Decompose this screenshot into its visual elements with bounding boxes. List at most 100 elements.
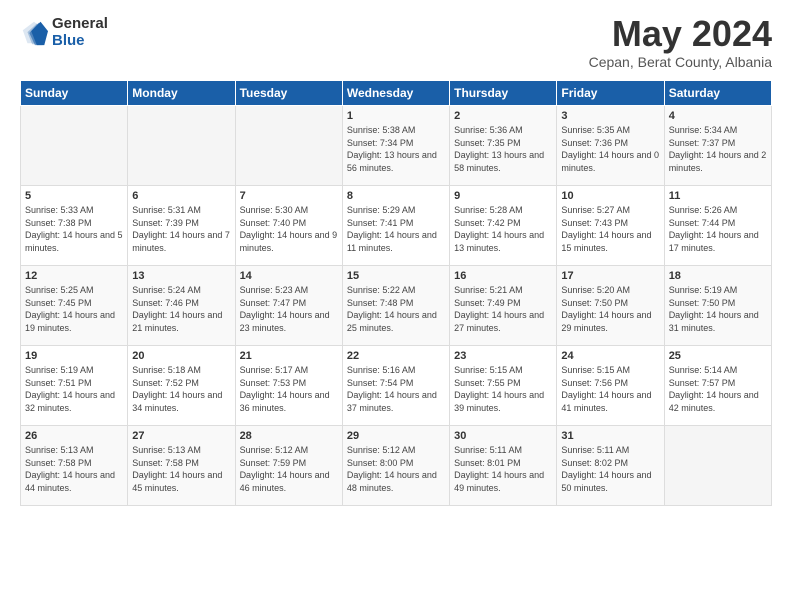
day-info: Sunrise: 5:12 AMSunset: 8:00 PMDaylight:… xyxy=(347,444,445,494)
day-number: 11 xyxy=(669,190,767,202)
day-info: Sunrise: 5:22 AMSunset: 7:48 PMDaylight:… xyxy=(347,284,445,334)
day-number: 23 xyxy=(454,350,552,362)
table-row: 7Sunrise: 5:30 AMSunset: 7:40 PMDaylight… xyxy=(235,186,342,266)
day-number: 13 xyxy=(132,270,230,282)
day-info: Sunrise: 5:13 AMSunset: 7:58 PMDaylight:… xyxy=(25,444,123,494)
table-row xyxy=(664,426,771,506)
logo-text: General Blue xyxy=(52,16,108,49)
day-number: 17 xyxy=(561,270,659,282)
table-row: 19 Sunrise: 5:19 AMSunset: 7:51 PMDayligh… xyxy=(21,346,128,426)
day-info: Sunrise: 5:25 AMSunset: 7:45 PMDaylight:… xyxy=(25,284,123,334)
table-row: 3 Sunrise: 5:35 AMSunset: 7:36 PMDaylight… xyxy=(557,106,664,186)
day-number: 30 xyxy=(454,430,552,442)
table-row: 4Sunrise: 5:34 AMSunset: 7:37 PMDaylight… xyxy=(664,106,771,186)
day-info: Sunrise: 5:31 AMSunset: 7:39 PMDaylight:… xyxy=(132,204,230,254)
day-number: 18 xyxy=(669,270,767,282)
day-number: 8 xyxy=(347,190,445,202)
col-saturday: Saturday xyxy=(664,81,771,106)
day-info: Sunrise: 5:21 AMSunset: 7:49 PMDaylight:… xyxy=(454,284,552,334)
day-info: Sunrise: 5:17 AMSunset: 7:53 PMDaylight:… xyxy=(240,364,338,414)
day-info: Sunrise: 5:13 AMSunset: 7:58 PMDaylight:… xyxy=(132,444,230,494)
table-row: 15 Sunrise: 5:22 AMSunset: 7:48 PMDayligh… xyxy=(342,266,449,346)
header: General Blue May 2024 Cepan, Berat Count… xyxy=(20,16,772,70)
day-number: 26 xyxy=(25,430,123,442)
day-info: Sunrise: 5:11 AMSunset: 8:02 PMDaylight:… xyxy=(561,444,659,494)
table-row xyxy=(235,106,342,186)
day-info: Sunrise: 5:38 AMSunset: 7:34 PMDaylight:… xyxy=(347,124,445,174)
location: Cepan, Berat County, Albania xyxy=(589,54,772,70)
title-section: May 2024 Cepan, Berat County, Albania xyxy=(589,16,772,70)
table-row: 18 Sunrise: 5:19 AMSunset: 7:50 PMDayligh… xyxy=(664,266,771,346)
table-row: 2Sunrise: 5:36 AMSunset: 7:35 PMDaylight… xyxy=(450,106,557,186)
table-row: 11Sunrise: 5:26 AMSunset: 7:44 PMDayligh… xyxy=(664,186,771,266)
day-info: Sunrise: 5:11 AMSunset: 8:01 PMDaylight:… xyxy=(454,444,552,494)
col-wednesday: Wednesday xyxy=(342,81,449,106)
table-row: 6 Sunrise: 5:31 AMSunset: 7:39 PMDaylight… xyxy=(128,186,235,266)
day-number: 25 xyxy=(669,350,767,362)
day-info: Sunrise: 5:19 AMSunset: 7:51 PMDaylight:… xyxy=(25,364,123,414)
day-number: 27 xyxy=(132,430,230,442)
day-number: 3 xyxy=(561,110,659,122)
day-info: Sunrise: 5:23 AMSunset: 7:47 PMDaylight:… xyxy=(240,284,338,334)
col-tuesday: Tuesday xyxy=(235,81,342,106)
table-row xyxy=(21,106,128,186)
table-row: 27 Sunrise: 5:13 AMSunset: 7:58 PMDayligh… xyxy=(128,426,235,506)
day-number: 1 xyxy=(347,110,445,122)
day-info: Sunrise: 5:33 AMSunset: 7:38 PMDaylight:… xyxy=(25,204,123,254)
day-number: 16 xyxy=(454,270,552,282)
month-title: May 2024 xyxy=(589,16,772,52)
table-row: 5 Sunrise: 5:33 AMSunset: 7:38 PMDaylight… xyxy=(21,186,128,266)
table-row: 8 Sunrise: 5:29 AMSunset: 7:41 PMDaylight… xyxy=(342,186,449,266)
day-info: Sunrise: 5:20 AMSunset: 7:50 PMDaylight:… xyxy=(561,284,659,334)
day-info: Sunrise: 5:18 AMSunset: 7:52 PMDaylight:… xyxy=(132,364,230,414)
table-row: 20 Sunrise: 5:18 AMSunset: 7:52 PMDayligh… xyxy=(128,346,235,426)
day-info: Sunrise: 5:19 AMSunset: 7:50 PMDaylight:… xyxy=(669,284,767,334)
table-row: 30 Sunrise: 5:11 AMSunset: 8:01 PMDayligh… xyxy=(450,426,557,506)
day-info: Sunrise: 5:15 AMSunset: 7:55 PMDaylight:… xyxy=(454,364,552,414)
day-number: 21 xyxy=(240,350,338,362)
logo-icon xyxy=(20,19,48,47)
day-number: 7 xyxy=(240,190,338,202)
day-number: 12 xyxy=(25,270,123,282)
col-thursday: Thursday xyxy=(450,81,557,106)
day-number: 28 xyxy=(240,430,338,442)
day-number: 5 xyxy=(25,190,123,202)
table-row: 14Sunrise: 5:23 AMSunset: 7:47 PMDayligh… xyxy=(235,266,342,346)
col-monday: Monday xyxy=(128,81,235,106)
day-info: Sunrise: 5:29 AMSunset: 7:41 PMDaylight:… xyxy=(347,204,445,254)
day-number: 15 xyxy=(347,270,445,282)
day-number: 19 xyxy=(25,350,123,362)
table-row: 10Sunrise: 5:27 AMSunset: 7:43 PMDayligh… xyxy=(557,186,664,266)
day-number: 9 xyxy=(454,190,552,202)
day-info: Sunrise: 5:16 AMSunset: 7:54 PMDaylight:… xyxy=(347,364,445,414)
day-info: Sunrise: 5:12 AMSunset: 7:59 PMDaylight:… xyxy=(240,444,338,494)
calendar-week-row: 12 Sunrise: 5:25 AMSunset: 7:45 PMDayligh… xyxy=(21,266,772,346)
day-info: Sunrise: 5:24 AMSunset: 7:46 PMDaylight:… xyxy=(132,284,230,334)
calendar-week-row: 26 Sunrise: 5:13 AMSunset: 7:58 PMDayligh… xyxy=(21,426,772,506)
day-number: 20 xyxy=(132,350,230,362)
calendar-week-row: 19 Sunrise: 5:19 AMSunset: 7:51 PMDayligh… xyxy=(21,346,772,426)
day-info: Sunrise: 5:36 AMSunset: 7:35 PMDaylight:… xyxy=(454,124,552,174)
table-row: 31Sunrise: 5:11 AMSunset: 8:02 PMDayligh… xyxy=(557,426,664,506)
table-row: 1 Sunrise: 5:38 AMSunset: 7:34 PMDaylight… xyxy=(342,106,449,186)
col-sunday: Sunday xyxy=(21,81,128,106)
table-row: 22 Sunrise: 5:16 AMSunset: 7:54 PMDayligh… xyxy=(342,346,449,426)
day-info: Sunrise: 5:35 AMSunset: 7:36 PMDaylight:… xyxy=(561,124,659,174)
day-number: 10 xyxy=(561,190,659,202)
day-number: 22 xyxy=(347,350,445,362)
table-row xyxy=(128,106,235,186)
page: General Blue May 2024 Cepan, Berat Count… xyxy=(0,0,792,612)
day-info: Sunrise: 5:34 AMSunset: 7:37 PMDaylight:… xyxy=(669,124,767,174)
col-friday: Friday xyxy=(557,81,664,106)
table-row: 16 Sunrise: 5:21 AMSunset: 7:49 PMDayligh… xyxy=(450,266,557,346)
calendar-week-row: 5 Sunrise: 5:33 AMSunset: 7:38 PMDaylight… xyxy=(21,186,772,266)
table-row: 26 Sunrise: 5:13 AMSunset: 7:58 PMDayligh… xyxy=(21,426,128,506)
day-info: Sunrise: 5:28 AMSunset: 7:42 PMDaylight:… xyxy=(454,204,552,254)
table-row: 12 Sunrise: 5:25 AMSunset: 7:45 PMDayligh… xyxy=(21,266,128,346)
day-number: 24 xyxy=(561,350,659,362)
calendar-header-row: Sunday Monday Tuesday Wednesday Thursday… xyxy=(21,81,772,106)
day-number: 6 xyxy=(132,190,230,202)
logo-blue: Blue xyxy=(52,33,108,50)
day-info: Sunrise: 5:14 AMSunset: 7:57 PMDaylight:… xyxy=(669,364,767,414)
table-row: 28 Sunrise: 5:12 AMSunset: 7:59 PMDayligh… xyxy=(235,426,342,506)
